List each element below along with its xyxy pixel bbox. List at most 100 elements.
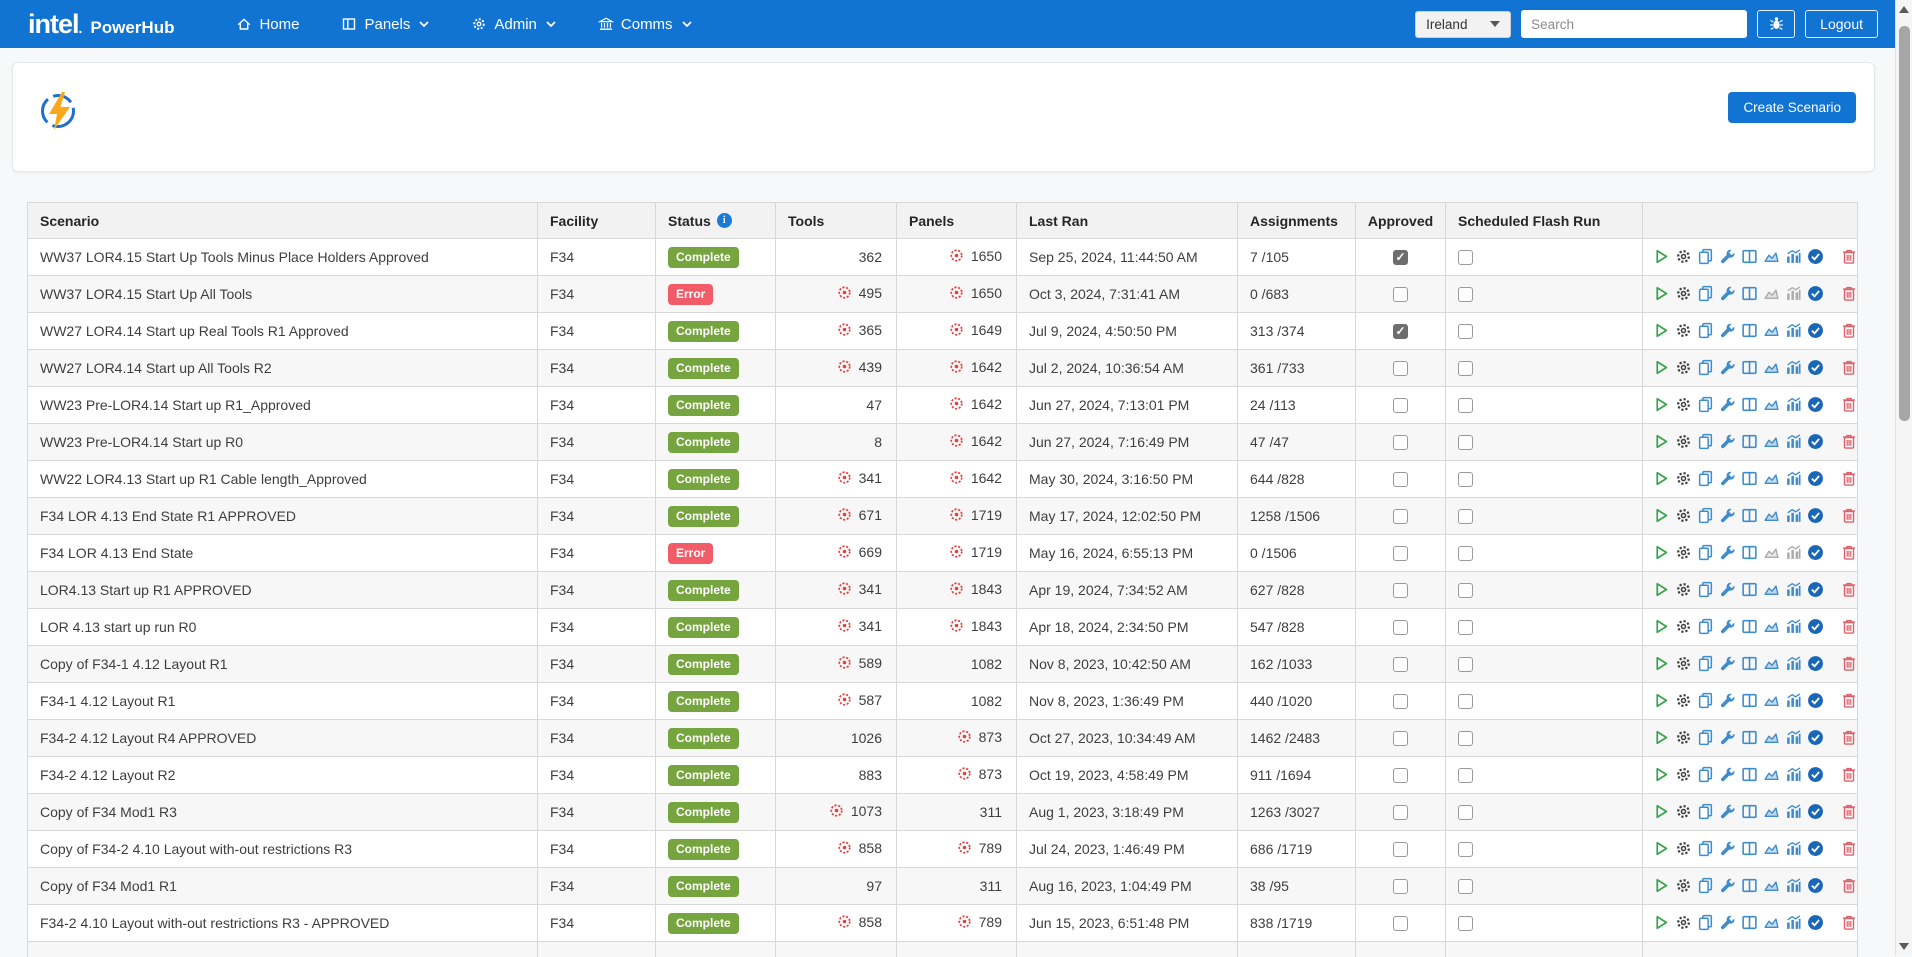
wrench-icon[interactable] — [1719, 433, 1736, 451]
region-select[interactable]: Ireland — [1415, 10, 1512, 38]
trash-icon[interactable] — [1841, 766, 1857, 784]
scheduled-flash-run-checkbox[interactable] — [1458, 287, 1473, 303]
run-icon[interactable] — [1653, 618, 1670, 636]
bar-chart-icon[interactable] — [1785, 618, 1802, 636]
nav-item-panels[interactable]: Panels — [341, 16, 429, 33]
table-columns-icon[interactable] — [1741, 914, 1758, 932]
copy-icon[interactable] — [1697, 248, 1714, 266]
trash-icon[interactable] — [1841, 618, 1857, 636]
trash-icon[interactable] — [1841, 803, 1857, 821]
settings-icon[interactable] — [1675, 544, 1692, 562]
wrench-icon[interactable] — [1719, 544, 1736, 562]
area-chart-icon[interactable] — [1763, 581, 1780, 599]
copy-icon[interactable] — [1697, 803, 1714, 821]
copy-icon[interactable] — [1697, 396, 1714, 414]
copy-icon[interactable] — [1697, 655, 1714, 673]
area-chart-icon[interactable] — [1763, 766, 1780, 784]
approved-checkbox[interactable] — [1393, 250, 1408, 266]
approved-checkbox[interactable] — [1393, 583, 1408, 599]
bug-report-button[interactable] — [1757, 10, 1796, 38]
approved-checkbox[interactable] — [1393, 287, 1408, 303]
search-input[interactable] — [1521, 10, 1748, 38]
run-icon[interactable] — [1653, 655, 1670, 673]
approved-checkbox[interactable] — [1393, 324, 1408, 340]
bar-chart-icon[interactable] — [1785, 655, 1802, 673]
trash-icon[interactable] — [1841, 396, 1857, 414]
table-columns-icon[interactable] — [1741, 507, 1758, 525]
copy-icon[interactable] — [1697, 359, 1714, 377]
copy-icon[interactable] — [1697, 285, 1714, 303]
area-chart-icon[interactable] — [1763, 729, 1780, 747]
run-icon[interactable] — [1653, 729, 1670, 747]
copy-icon[interactable] — [1697, 322, 1714, 340]
settings-icon[interactable] — [1675, 618, 1692, 636]
trash-icon[interactable] — [1841, 655, 1857, 673]
copy-icon[interactable] — [1697, 692, 1714, 710]
area-chart-icon[interactable] — [1763, 359, 1780, 377]
area-chart-icon[interactable] — [1763, 396, 1780, 414]
trash-icon[interactable] — [1841, 544, 1857, 562]
approved-checkbox[interactable] — [1393, 509, 1408, 525]
scheduled-flash-run-checkbox[interactable] — [1458, 731, 1473, 747]
approved-checkbox[interactable] — [1393, 768, 1408, 784]
settings-icon[interactable] — [1675, 655, 1692, 673]
check-circle-icon[interactable] — [1807, 507, 1824, 525]
area-chart-icon[interactable] — [1763, 655, 1780, 673]
wrench-icon[interactable] — [1719, 618, 1736, 636]
check-circle-icon[interactable] — [1807, 914, 1824, 932]
trash-icon[interactable] — [1841, 248, 1857, 266]
table-columns-icon[interactable] — [1741, 766, 1758, 784]
copy-icon[interactable] — [1697, 729, 1714, 747]
wrench-icon[interactable] — [1719, 914, 1736, 932]
table-columns-icon[interactable] — [1741, 729, 1758, 747]
wrench-icon[interactable] — [1719, 248, 1736, 266]
approved-checkbox[interactable] — [1393, 361, 1408, 377]
wrench-icon[interactable] — [1719, 803, 1736, 821]
run-icon[interactable] — [1653, 359, 1670, 377]
scheduled-flash-run-checkbox[interactable] — [1458, 657, 1473, 673]
scheduled-flash-run-checkbox[interactable] — [1458, 694, 1473, 710]
table-columns-icon[interactable] — [1741, 322, 1758, 340]
trash-icon[interactable] — [1841, 359, 1857, 377]
table-columns-icon[interactable] — [1741, 692, 1758, 710]
settings-icon[interactable] — [1675, 914, 1692, 932]
scheduled-flash-run-checkbox[interactable] — [1458, 805, 1473, 821]
settings-icon[interactable] — [1675, 507, 1692, 525]
run-icon[interactable] — [1653, 692, 1670, 710]
table-columns-icon[interactable] — [1741, 396, 1758, 414]
scheduled-flash-run-checkbox[interactable] — [1458, 435, 1473, 451]
bar-chart-icon[interactable] — [1785, 396, 1802, 414]
check-circle-icon[interactable] — [1807, 877, 1824, 895]
settings-icon[interactable] — [1675, 692, 1692, 710]
wrench-icon[interactable] — [1719, 581, 1736, 599]
check-circle-icon[interactable] — [1807, 322, 1824, 340]
bar-chart-icon[interactable] — [1785, 729, 1802, 747]
info-icon[interactable]: i — [716, 213, 732, 228]
bar-chart-icon[interactable] — [1785, 433, 1802, 451]
scheduled-flash-run-checkbox[interactable] — [1458, 250, 1473, 266]
scheduled-flash-run-checkbox[interactable] — [1458, 472, 1473, 488]
approved-checkbox[interactable] — [1393, 620, 1408, 636]
wrench-icon[interactable] — [1719, 396, 1736, 414]
approved-checkbox[interactable] — [1393, 879, 1408, 895]
wrench-icon[interactable] — [1719, 655, 1736, 673]
scheduled-flash-run-checkbox[interactable] — [1458, 768, 1473, 784]
settings-icon[interactable] — [1675, 433, 1692, 451]
trash-icon[interactable] — [1841, 433, 1857, 451]
area-chart-icon[interactable] — [1763, 248, 1780, 266]
settings-icon[interactable] — [1675, 396, 1692, 414]
table-columns-icon[interactable] — [1741, 618, 1758, 636]
run-icon[interactable] — [1653, 507, 1670, 525]
run-icon[interactable] — [1653, 914, 1670, 932]
check-circle-icon[interactable] — [1807, 692, 1824, 710]
area-chart-icon[interactable] — [1763, 840, 1780, 858]
copy-icon[interactable] — [1697, 507, 1714, 525]
run-icon[interactable] — [1653, 248, 1670, 266]
settings-icon[interactable] — [1675, 322, 1692, 340]
copy-icon[interactable] — [1697, 433, 1714, 451]
approved-checkbox[interactable] — [1393, 694, 1408, 710]
copy-icon[interactable] — [1697, 581, 1714, 599]
scheduled-flash-run-checkbox[interactable] — [1458, 879, 1473, 895]
check-circle-icon[interactable] — [1807, 618, 1824, 636]
brand[interactable]: intel. PowerHub — [28, 10, 174, 38]
